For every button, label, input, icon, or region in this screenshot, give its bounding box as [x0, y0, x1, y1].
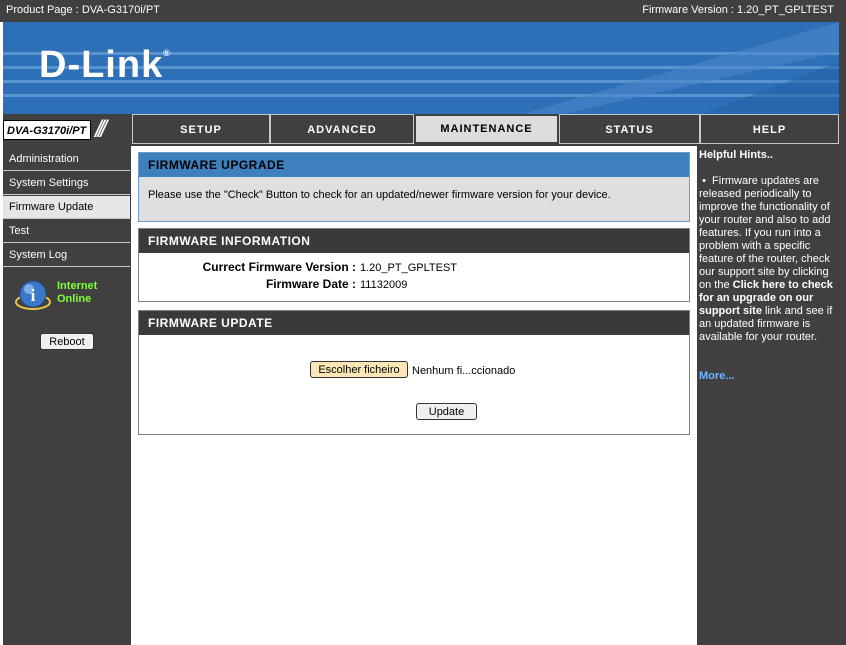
firmware-information-panel: FIRMWARE INFORMATION Currect Firmware Ve…: [138, 228, 690, 302]
firmware-version-label: Currect Firmware Version :: [202, 260, 356, 274]
internet-status-text: Internet Online: [57, 280, 98, 305]
firmware-upgrade-title: FIRMWARE UPGRADE: [139, 153, 689, 177]
helpful-hints-text: • Firmware updates are released periodic…: [699, 175, 833, 343]
internet-status-icon: i: [15, 280, 51, 310]
tab-maintenance[interactable]: MAINTENANCE: [414, 114, 559, 144]
tab-advanced[interactable]: ADVANCED: [270, 114, 414, 144]
tab-setup[interactable]: SETUP: [132, 114, 270, 144]
file-status-text: Nenhum fi...ccionado: [412, 365, 516, 377]
helpful-hints-title: Helpful Hints..: [699, 149, 773, 161]
svg-text:i: i: [31, 286, 36, 305]
firmware-information-title: FIRMWARE INFORMATION: [139, 229, 689, 253]
top-nav: DVA-G3170i/PT /// SETUP ADVANCED MAINTEN…: [3, 114, 839, 146]
model-label: DVA-G3170i/PT: [3, 120, 91, 140]
helpful-hints-panel: Helpful Hints.. • Firmware updates are r…: [697, 146, 839, 645]
firmware-update-title: FIRMWARE UPDATE: [139, 311, 689, 335]
firmware-update-panel: FIRMWARE UPDATE Escolher ficheiro Nenhum…: [138, 310, 690, 435]
firmware-date-value: 11132009: [360, 279, 408, 291]
sidebar-item-administration[interactable]: Administration: [3, 148, 130, 171]
firmware-upgrade-panel: FIRMWARE UPGRADE Please use the "Check" …: [138, 152, 690, 222]
update-button[interactable]: Update: [416, 403, 477, 420]
brand-banner: D-Link®: [3, 22, 839, 114]
product-page-label: Product Page : DVA-G3170i/PT: [6, 4, 160, 16]
firmware-version-value: 1.20_PT_GPLTEST: [360, 262, 458, 274]
tab-status[interactable]: STATUS: [559, 114, 700, 144]
banner-decoration: [523, 22, 839, 114]
sidebar-item-system-log[interactable]: System Log: [3, 244, 130, 267]
top-info-bar: Product Page : DVA-G3170i/PT Firmware Ve…: [0, 0, 846, 22]
firmware-upgrade-description: Please use the "Check" Button to check f…: [148, 189, 611, 201]
choose-file-button[interactable]: Escolher ficheiro: [310, 361, 408, 378]
sidebar: Administration System Settings Firmware …: [3, 146, 131, 645]
dlink-logo: D-Link®: [39, 44, 171, 86]
sidebar-item-test[interactable]: Test: [3, 220, 130, 243]
slashes-decoration: ///: [95, 116, 107, 143]
firmware-version-label: Firmware Version : 1.20_PT_GPLTEST: [642, 4, 834, 16]
sidebar-item-firmware-update[interactable]: Firmware Update: [3, 196, 130, 219]
firmware-date-label: Firmware Date :: [265, 277, 356, 291]
reboot-button[interactable]: Reboot: [40, 333, 94, 350]
more-hints-link[interactable]: More...: [699, 370, 734, 383]
sidebar-item-system-settings[interactable]: System Settings: [3, 172, 130, 195]
content-separator: [131, 146, 137, 645]
right-edge-bar: [839, 22, 846, 645]
tab-help[interactable]: HELP: [700, 114, 839, 144]
